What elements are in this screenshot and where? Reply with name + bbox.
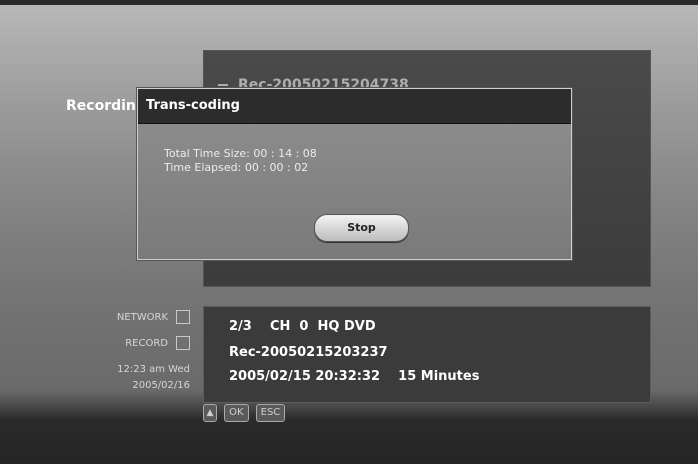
clock-time: 12:23 am Wed — [117, 364, 190, 375]
record-label: RECORD — [125, 338, 168, 349]
ok-key[interactable]: OK — [224, 404, 249, 422]
top-band — [0, 0, 698, 5]
info-title-line: Rec-20050215203237 — [229, 345, 388, 360]
dialog-title: Trans-coding — [138, 89, 571, 124]
esc-key[interactable]: ESC — [255, 404, 286, 422]
stop-button[interactable]: Stop — [314, 214, 409, 242]
transcoding-dialog: Trans-coding Total Time Size: 00 : 14 : … — [137, 88, 572, 260]
key-hints: ▲ OK ESC — [203, 404, 287, 422]
network-indicator-icon — [176, 310, 190, 324]
status-column: NETWORK RECORD 12:23 am Wed 2005/02/16 — [30, 308, 190, 408]
recording-info-panel: 2/3 CH 0 HQ DVD Rec-20050215203237 2005/… — [203, 306, 651, 403]
section-title: Recording — [66, 98, 138, 114]
elapsed-time-text: Time Elapsed: 00 : 00 : 02 — [164, 161, 309, 174]
network-status: NETWORK — [117, 310, 190, 324]
info-channel-line: 2/3 CH 0 HQ DVD — [229, 319, 376, 334]
info-date-line: 2005/02/15 20:32:32 15 Minutes — [229, 369, 480, 384]
network-label: NETWORK — [116, 312, 168, 323]
total-time-text: Total Time Size: 00 : 14 : 08 — [164, 147, 317, 160]
dash-icon — [218, 84, 228, 86]
record-indicator-icon — [176, 336, 190, 350]
up-down-arrows-icon[interactable]: ▲ — [203, 404, 217, 422]
clock-date: 2005/02/16 — [132, 380, 190, 391]
dvr-screen: Rec-20050215204738 Recording Trans-codin… — [0, 0, 698, 464]
record-status: RECORD — [125, 336, 190, 350]
